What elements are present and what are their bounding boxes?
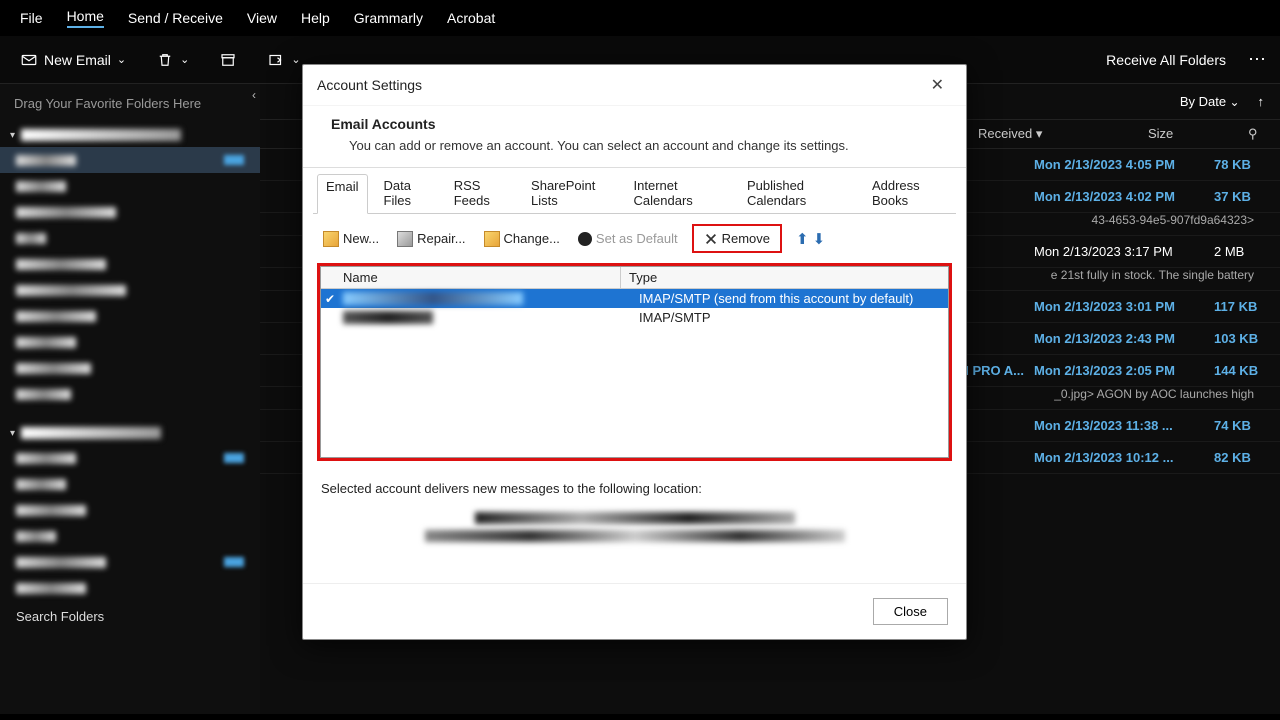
folder-sidebar: ‹ Drag Your Favorite Folders Here Search… xyxy=(0,84,260,714)
receive-all-label: Receive All Folders xyxy=(1106,52,1226,68)
account-row[interactable]: IMAP/SMTP xyxy=(321,308,948,327)
close-button[interactable]: Close xyxy=(873,598,948,625)
account-table-highlight: Name Type ✔ IMAP/SMTP (send from this ac… xyxy=(317,263,952,461)
account-type: IMAP/SMTP (send from this account by def… xyxy=(635,289,948,308)
menu-home[interactable]: Home xyxy=(67,8,104,28)
delete-button[interactable]: ⌄ xyxy=(148,47,197,73)
receive-all-button[interactable]: Receive All Folders xyxy=(1098,48,1234,72)
tab-internet-calendars[interactable]: Internet Calendars xyxy=(632,174,731,214)
column-size[interactable]: Size xyxy=(1148,126,1208,142)
column-type[interactable]: Type xyxy=(621,267,948,288)
new-icon xyxy=(323,231,339,247)
account-name-redacted xyxy=(343,311,433,324)
search-folders[interactable]: Search Folders xyxy=(0,601,260,632)
arrow-down-icon[interactable]: ⬇ xyxy=(813,230,826,248)
tab-data-files[interactable]: Data Files xyxy=(382,174,438,214)
change-icon xyxy=(484,231,500,247)
trash-icon xyxy=(156,51,174,69)
menu-send-receive[interactable]: Send / Receive xyxy=(128,10,223,26)
favorite-folders-hint: Drag Your Favorite Folders Here xyxy=(0,84,260,123)
column-settings-icon[interactable]: ⚲ xyxy=(1248,126,1264,142)
chevron-down-icon: ⌄ xyxy=(291,53,300,66)
change-button[interactable]: Change... xyxy=(480,228,564,250)
column-received[interactable]: Received ▾ xyxy=(978,126,1108,142)
folder-item[interactable] xyxy=(0,549,260,575)
checkmark-icon xyxy=(578,232,592,246)
menubar: File Home Send / Receive View Help Gramm… xyxy=(0,0,1280,36)
dialog-description: You can add or remove an account. You ca… xyxy=(349,138,938,153)
column-name[interactable]: Name xyxy=(321,267,621,288)
account-toolbar: New... Repair... Change... Set as Defaul… xyxy=(313,214,956,263)
location-redacted xyxy=(475,512,795,524)
dialog-title: Account Settings xyxy=(317,77,422,93)
folder-item[interactable] xyxy=(0,575,260,601)
repair-icon xyxy=(397,231,413,247)
folder-item[interactable] xyxy=(0,471,260,497)
folder-item[interactable] xyxy=(0,147,260,173)
folder-item[interactable] xyxy=(0,225,260,251)
remove-icon xyxy=(704,232,718,246)
menu-acrobat[interactable]: Acrobat xyxy=(447,10,495,26)
folder-item[interactable] xyxy=(0,445,260,471)
location-redacted xyxy=(425,530,845,542)
tab-email[interactable]: Email xyxy=(317,174,368,214)
collapse-icon[interactable]: ‹ xyxy=(252,88,256,102)
close-icon[interactable]: ✕ xyxy=(923,73,952,97)
menu-help[interactable]: Help xyxy=(301,10,330,26)
folder-item[interactable] xyxy=(0,329,260,355)
dialog-heading: Email Accounts xyxy=(331,116,436,132)
account-group-1[interactable] xyxy=(0,123,260,147)
account-settings-dialog: Account Settings ✕ Email Accounts You ca… xyxy=(302,64,967,640)
account-type: IMAP/SMTP xyxy=(635,308,948,327)
sort-by-date[interactable]: By Date xyxy=(1180,94,1240,109)
folder-item[interactable] xyxy=(0,199,260,225)
account-name-redacted xyxy=(343,292,523,305)
tab-address-books[interactable]: Address Books xyxy=(870,174,952,214)
deliver-label: Selected account delivers new messages t… xyxy=(321,481,948,496)
arrow-up-icon[interactable]: ⬆ xyxy=(796,230,809,248)
account-row[interactable]: ✔ IMAP/SMTP (send from this account by d… xyxy=(321,289,948,308)
folder-item[interactable] xyxy=(0,303,260,329)
chevron-down-icon: ⌄ xyxy=(117,53,126,66)
tab-sharepoint[interactable]: SharePoint Lists xyxy=(529,174,617,214)
folder-item[interactable] xyxy=(0,277,260,303)
new-email-label: New Email xyxy=(44,52,111,68)
folder-item[interactable] xyxy=(0,355,260,381)
new-email-button[interactable]: New Email ⌄ xyxy=(12,47,134,73)
menu-file[interactable]: File xyxy=(20,10,43,26)
menu-view[interactable]: View xyxy=(247,10,277,26)
account-group-2[interactable] xyxy=(0,421,260,445)
folder-item[interactable] xyxy=(0,497,260,523)
new-account-button[interactable]: New... xyxy=(319,228,383,250)
move-arrows[interactable]: ⬆⬇ xyxy=(796,230,825,248)
tab-published-calendars[interactable]: Published Calendars xyxy=(745,174,856,214)
mail-icon xyxy=(20,51,38,69)
archive-button[interactable] xyxy=(211,47,245,73)
settings-tabs: Email Data Files RSS Feeds SharePoint Li… xyxy=(313,168,956,214)
folder-item[interactable] xyxy=(0,381,260,407)
archive-icon xyxy=(219,51,237,69)
sort-ascending-icon[interactable]: ↑ xyxy=(1258,94,1265,109)
folder-item[interactable] xyxy=(0,523,260,549)
menu-grammarly[interactable]: Grammarly xyxy=(354,10,423,26)
folder-item[interactable] xyxy=(0,251,260,277)
move-icon xyxy=(267,51,285,69)
remove-button[interactable]: Remove xyxy=(692,224,782,253)
default-check-icon: ✔ xyxy=(321,292,339,306)
repair-button[interactable]: Repair... xyxy=(393,228,469,250)
chevron-down-icon: ⌄ xyxy=(180,53,189,66)
set-default-button[interactable]: Set as Default xyxy=(574,228,682,249)
folder-item[interactable] xyxy=(0,173,260,199)
tab-rss-feeds[interactable]: RSS Feeds xyxy=(452,174,515,214)
more-icon[interactable]: ⋯ xyxy=(1248,49,1268,70)
